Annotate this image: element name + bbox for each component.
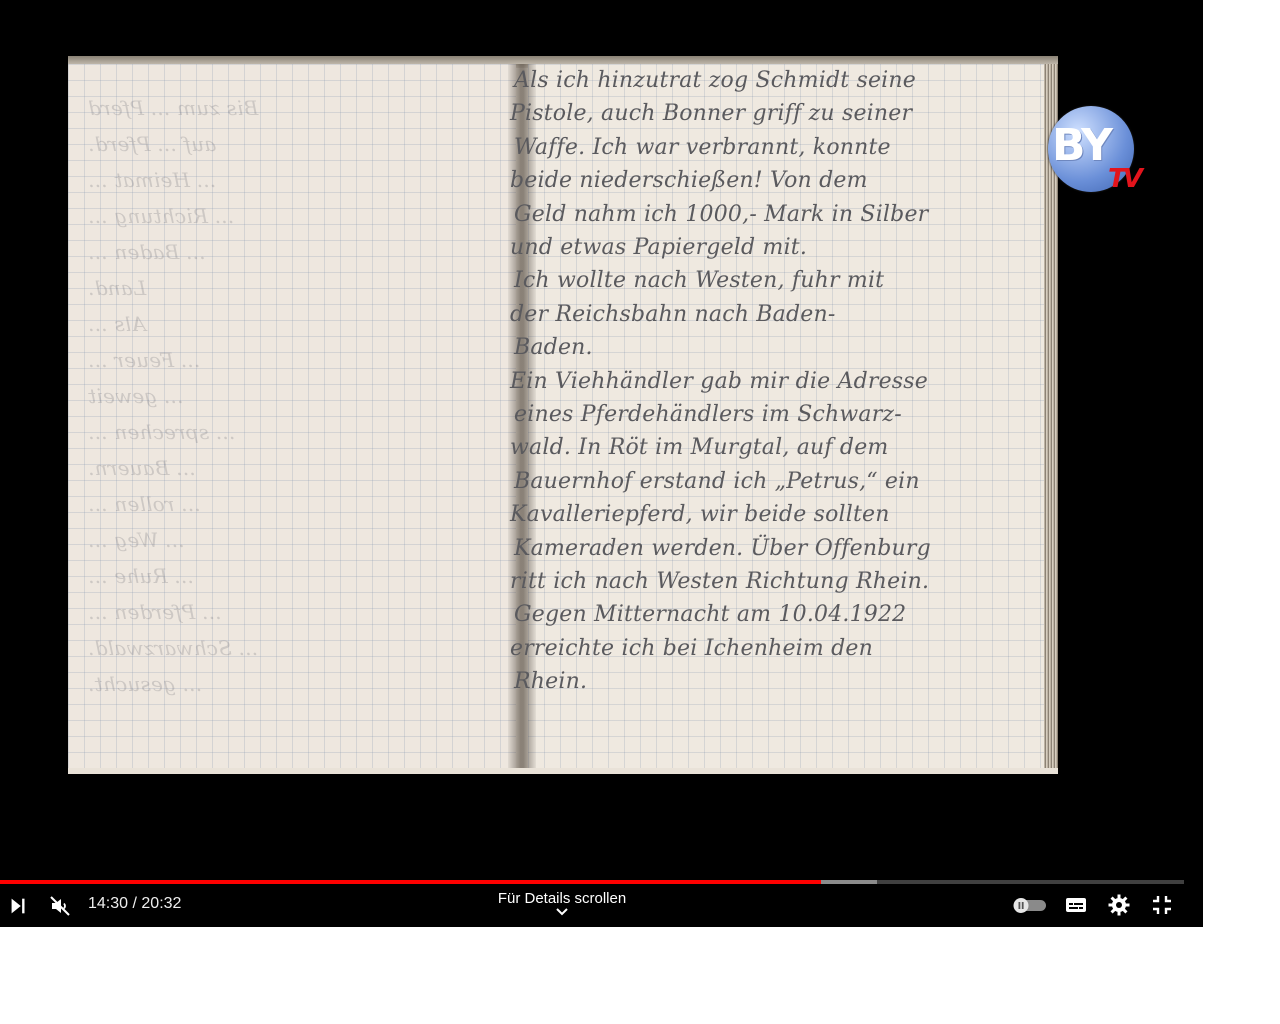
bleed-through-line: ... sprechen ... — [88, 420, 236, 444]
bleed-through-line: Als ... — [88, 312, 146, 336]
handwriting-line: Waffe. Ich war verbrannt, konnte — [514, 134, 891, 160]
bleed-through-line: ... Feuer ... — [88, 348, 201, 372]
bleed-through-line: ... Weg ... — [88, 528, 185, 552]
subtitles-icon — [1066, 898, 1086, 912]
handwriting-line: und etwas Papiergeld mit. — [510, 235, 808, 260]
scroll-for-details-hint[interactable]: Für Details scrollen — [462, 890, 662, 907]
video-player[interactable]: Bis zum ... Pferd auf ... Pferd. ... Heima… — [0, 0, 1203, 927]
bleed-through-line: ... Schwarzwald. — [88, 636, 259, 660]
handwriting-line: Ein Viehhändler gab mir die Adresse — [510, 368, 929, 394]
handwriting-line: ritt ich nach Westen Richtung Rhein. — [510, 569, 930, 594]
mute-button[interactable] — [46, 892, 74, 920]
bleed-through-line: ... geweit — [88, 384, 184, 408]
volume-muted-icon — [50, 896, 70, 916]
bleed-through-line: auf ... Pferd. — [88, 132, 217, 156]
handwriting-line: erreichte ich bei Ichenheim den — [510, 635, 874, 661]
handwriting-line: Gegen Mitternacht am 10.04.1922 — [514, 602, 907, 628]
handwriting-line: Bauernhof erstand ich „Petrus,“ ein — [514, 468, 920, 494]
handwriting-line: Pistole, auch Bonner griff zu seiner — [510, 101, 913, 127]
handwriting-line: Geld nahm ich 1000,- Mark in Silber — [514, 201, 929, 227]
handwriting-line: eines Pferdehändlers im Schwarz- — [514, 402, 902, 427]
handwriting-line: wald. In Röt im Murgtal, auf dem — [510, 435, 889, 461]
bleed-through-line: ... Baden ... — [88, 240, 206, 264]
bleed-through-line: ... Pferden ... — [88, 600, 222, 624]
autoplay-toggle-icon — [1013, 898, 1046, 913]
autoplay-toggle[interactable] — [1012, 894, 1048, 916]
bleed-through-line: ... rollen ... — [88, 492, 201, 516]
exit-fullscreen-button[interactable] — [1149, 892, 1175, 918]
current-time: 14:30 — [88, 895, 129, 912]
bleed-through-line: ... Richtung ... — [88, 204, 235, 228]
handwriting-line: beide niederschießen! Von dem — [510, 168, 868, 194]
time-separator: / — [132, 895, 137, 912]
logo-text: BY — [1052, 120, 1113, 171]
right-page-handwriting: Als ich hinzutrat zog Schmidt seine Pisto… — [510, 68, 974, 708]
left-page-bleed-through-text: Bis zum ... Pferd auf ... Pferd. ... Heima… — [68, 96, 508, 746]
gear-icon — [1108, 894, 1130, 916]
handwriting-line: Kavalleriepferd, wir beide sollten — [510, 502, 890, 528]
handwriting-line: Als ich hinzutrat zog Schmidt seine — [514, 68, 916, 93]
duration: 20:32 — [141, 895, 182, 912]
player-controls: 14:30 / 20:32 Für Details scrollen — [0, 884, 1203, 927]
subtitles-button[interactable] — [1063, 892, 1089, 918]
bleed-through-line: ... Ruhe ... — [88, 564, 194, 588]
handwriting-line: Kameraden werden. Über Offenburg — [514, 535, 931, 561]
exit-fullscreen-icon — [1153, 896, 1171, 914]
play-next-icon — [11, 898, 25, 914]
handwriting-line: Rhein. — [514, 669, 588, 695]
play-next-button[interactable] — [4, 892, 32, 920]
bleed-through-line: ... Heimat ... — [88, 168, 217, 192]
settings-button[interactable] — [1106, 892, 1132, 918]
bleed-through-line: ... gesucht. — [88, 672, 203, 696]
bleed-through-line: Land. — [88, 276, 147, 300]
bleed-through-line: Bis zum ... Pferd — [88, 96, 259, 120]
time-display: 14:30 / 20:32 — [88, 895, 181, 913]
handwriting-line: der Reichsbahn nach Baden- — [510, 301, 836, 327]
video-frame[interactable]: Bis zum ... Pferd auf ... Pferd. ... Heima… — [0, 0, 1203, 880]
handwriting-line: Baden. — [514, 335, 593, 361]
channel-logo-icon: BY TV — [1046, 104, 1143, 198]
bleed-through-line: ... Bauern. — [88, 456, 196, 480]
chevron-down-icon[interactable] — [555, 906, 569, 918]
handwriting-line: Ich wollte nach Westen, fuhr mit — [514, 268, 885, 294]
logo-subtext: TV — [1108, 164, 1143, 194]
